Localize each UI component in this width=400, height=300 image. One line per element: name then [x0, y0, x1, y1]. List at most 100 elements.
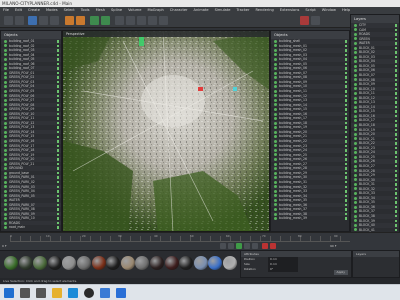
- visibility-check-icon[interactable]: [344, 103, 347, 107]
- mail-icon[interactable]: [116, 288, 126, 298]
- cinema4d-icon[interactable]: [84, 288, 94, 298]
- redo-button[interactable]: [15, 16, 24, 25]
- visibility-check-icon[interactable]: [56, 76, 59, 79]
- visibility-check-icon[interactable]: [344, 162, 347, 166]
- material-swatch[interactable]: [164, 256, 179, 270]
- material-swatch[interactable]: [4, 256, 18, 270]
- store-icon[interactable]: [100, 288, 110, 298]
- visibility-check-icon[interactable]: [56, 90, 59, 93]
- visibility-check-icon[interactable]: [394, 192, 397, 195]
- visibility-check-icon[interactable]: [56, 117, 59, 120]
- menu-item[interactable]: Spline: [108, 7, 125, 14]
- visibility-check-icon[interactable]: [56, 40, 59, 43]
- visibility-check-icon[interactable]: [344, 53, 347, 57]
- visibility-check-icon[interactable]: [56, 199, 59, 202]
- scale-tool-button[interactable]: [39, 16, 48, 25]
- visibility-check-icon[interactable]: [394, 87, 397, 91]
- visibility-check-icon[interactable]: [56, 44, 59, 48]
- visibility-check-icon[interactable]: [394, 51, 397, 54]
- material-swatch[interactable]: [106, 256, 121, 270]
- visibility-check-icon[interactable]: [56, 112, 59, 116]
- visibility-check-icon[interactable]: [56, 185, 59, 189]
- visibility-check-icon[interactable]: [56, 208, 59, 211]
- material-swatch[interactable]: [62, 256, 77, 270]
- attribute-value-field[interactable]: 0°: [268, 267, 298, 272]
- menu-item[interactable]: Mesh: [93, 7, 108, 14]
- visibility-check-icon[interactable]: [56, 217, 59, 220]
- visibility-check-icon[interactable]: [394, 101, 397, 104]
- visibility-check-icon[interactable]: [344, 135, 347, 138]
- visibility-check-icon[interactable]: [394, 228, 397, 232]
- visibility-check-icon[interactable]: [56, 62, 59, 66]
- move-tool-button[interactable]: [28, 16, 37, 25]
- visibility-check-icon[interactable]: [56, 103, 59, 107]
- menu-item[interactable]: Character: [167, 7, 191, 14]
- visibility-check-icon[interactable]: [56, 71, 59, 75]
- visibility-check-icon[interactable]: [344, 217, 347, 220]
- next-frame-button[interactable]: [244, 243, 250, 249]
- visibility-check-icon[interactable]: [394, 78, 397, 82]
- record-button[interactable]: [262, 243, 268, 249]
- visibility-check-icon[interactable]: [56, 144, 59, 148]
- visibility-check-icon[interactable]: [56, 49, 59, 52]
- light-button[interactable]: [159, 16, 168, 25]
- menu-item[interactable]: Modes: [43, 7, 61, 14]
- visibility-check-icon[interactable]: [56, 99, 59, 102]
- visibility-check-icon[interactable]: [56, 162, 59, 166]
- visibility-check-icon[interactable]: [344, 190, 347, 193]
- menu-item[interactable]: Window: [319, 7, 339, 14]
- mograph-button[interactable]: [115, 16, 124, 25]
- material-swatch[interactable]: [179, 256, 194, 270]
- file-explorer-icon[interactable]: [52, 288, 62, 298]
- prev-frame-button[interactable]: [228, 243, 234, 249]
- visibility-check-icon[interactable]: [56, 194, 59, 198]
- visibility-check-icon[interactable]: [394, 96, 397, 100]
- visibility-check-icon[interactable]: [394, 205, 397, 209]
- visibility-check-icon[interactable]: [56, 126, 59, 129]
- menu-item[interactable]: Tracker: [234, 7, 253, 14]
- visibility-check-icon[interactable]: [344, 85, 347, 88]
- visibility-check-icon[interactable]: [394, 187, 397, 191]
- undo-button[interactable]: [4, 16, 13, 25]
- visibility-check-icon[interactable]: [394, 174, 397, 177]
- visibility-check-icon[interactable]: [56, 80, 59, 84]
- visibility-check-icon[interactable]: [394, 24, 397, 27]
- city-map-render[interactable]: [63, 31, 270, 232]
- menu-item[interactable]: MoGraph: [144, 7, 166, 14]
- autokey-button[interactable]: [270, 243, 276, 249]
- visibility-check-icon[interactable]: [56, 149, 59, 152]
- visibility-check-icon[interactable]: [394, 164, 397, 168]
- visibility-check-icon[interactable]: [56, 130, 59, 134]
- visibility-check-icon[interactable]: [344, 80, 347, 84]
- visibility-check-icon[interactable]: [56, 67, 59, 70]
- visibility-check-icon[interactable]: [344, 167, 347, 170]
- visibility-check-icon[interactable]: [394, 83, 397, 86]
- start-frame[interactable]: 0 F: [2, 244, 7, 248]
- search-icon[interactable]: [20, 288, 30, 298]
- visibility-check-icon[interactable]: [344, 76, 347, 79]
- deformer-button[interactable]: [126, 16, 135, 25]
- menu-item[interactable]: Tools: [78, 7, 93, 14]
- cube-button[interactable]: [90, 16, 99, 25]
- visibility-check-icon[interactable]: [56, 158, 59, 161]
- visibility-check-icon[interactable]: [344, 199, 347, 202]
- menu-item[interactable]: File: [0, 7, 12, 14]
- visibility-check-icon[interactable]: [394, 160, 397, 163]
- visibility-check-icon[interactable]: [394, 219, 397, 223]
- end-frame[interactable]: 90 F: [330, 244, 337, 248]
- material-swatch[interactable]: [150, 256, 164, 270]
- visibility-check-icon[interactable]: [344, 144, 347, 148]
- material-swatch[interactable]: [208, 256, 223, 270]
- visibility-check-icon[interactable]: [394, 133, 397, 136]
- goto-start-button[interactable]: [220, 243, 226, 249]
- visibility-check-icon[interactable]: [344, 121, 347, 125]
- visibility-check-icon[interactable]: [344, 153, 347, 157]
- menu-item[interactable]: Edit: [12, 7, 25, 14]
- apply-button[interactable]: Apply: [333, 270, 348, 275]
- visibility-check-icon[interactable]: [56, 140, 59, 143]
- menu-item[interactable]: Select: [61, 7, 78, 14]
- task-view-icon[interactable]: [36, 288, 46, 298]
- visibility-check-icon[interactable]: [56, 190, 59, 193]
- workplane-button[interactable]: [311, 16, 320, 25]
- visibility-check-icon[interactable]: [56, 176, 59, 179]
